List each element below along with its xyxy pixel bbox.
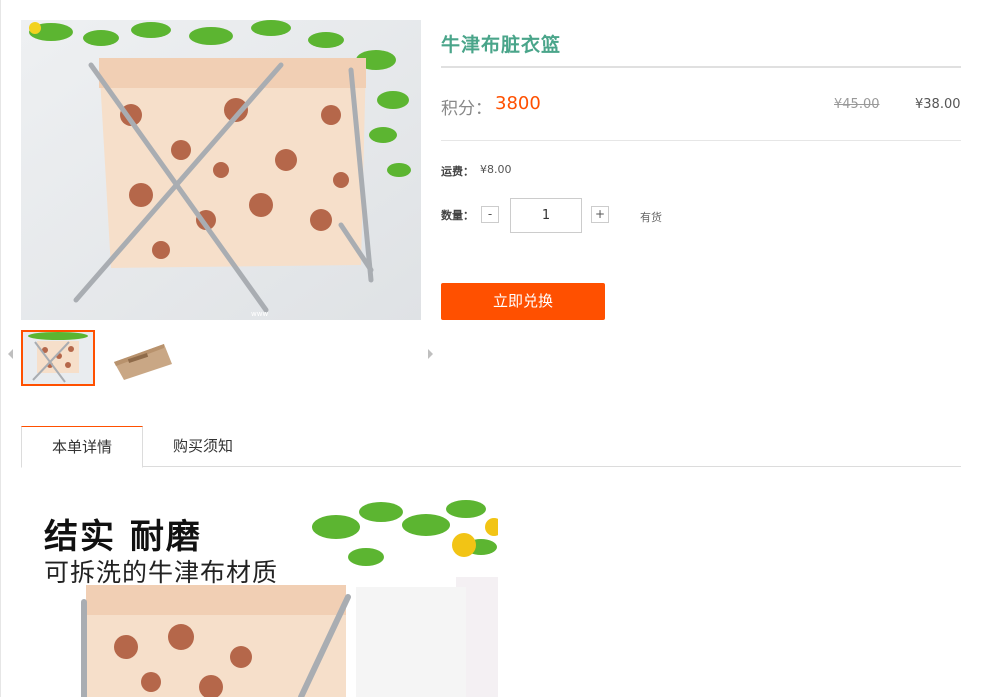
detail-subline: 可拆洗的牛津布材质 — [44, 558, 279, 587]
shipping-label: 运费： — [441, 165, 474, 178]
thumbnail-next-arrow-icon[interactable] — [428, 349, 433, 359]
thumbnail-item-2[interactable] — [106, 330, 178, 384]
current-price: ¥38.00 — [915, 97, 961, 112]
detail-headline: 结实 耐磨 — [44, 517, 202, 557]
quantity-decrease-button[interactable]: - — [481, 206, 499, 223]
main-product-image: www — [21, 20, 421, 320]
tab-details[interactable]: 本单详情 — [21, 426, 143, 468]
page-left-border — [0, 0, 1, 697]
points-label: 积分： — [441, 99, 492, 119]
basket-open-thumbnail-icon — [23, 332, 93, 384]
product-title: 牛津布脏衣篮 — [441, 34, 562, 56]
title-divider — [441, 66, 961, 68]
points-value: 3800 — [495, 93, 541, 114]
tabs-divider — [21, 466, 961, 467]
detail-banner-image: 结实 耐磨 可拆洗的牛津布材质 — [36, 497, 498, 697]
thumbnail-prev-arrow-icon[interactable] — [8, 349, 13, 359]
basket-folded-thumbnail-icon — [106, 330, 178, 384]
price-divider — [441, 140, 961, 141]
quantity-increase-button[interactable]: + — [591, 206, 609, 223]
thumbnail-item-1[interactable] — [21, 330, 95, 386]
quantity-input[interactable] — [510, 198, 582, 233]
redeem-now-button[interactable]: 立即兑换 — [441, 283, 605, 320]
quantity-label: 数量： — [441, 209, 474, 222]
tab-purchase-notes[interactable]: 购买须知 — [143, 426, 263, 466]
product-detail-page: www 牛津布脏衣篮 积分： 3800 ¥45.00 ¥38.00 运费： ¥8… — [0, 0, 981, 697]
svg-text:www: www — [251, 310, 268, 318]
thumbnail-strip — [8, 330, 438, 386]
stock-status: 有货 — [640, 211, 662, 224]
original-price: ¥45.00 — [834, 97, 880, 112]
shipping-value: ¥8.00 — [480, 163, 512, 176]
laundry-basket-illustration: www — [21, 20, 421, 320]
